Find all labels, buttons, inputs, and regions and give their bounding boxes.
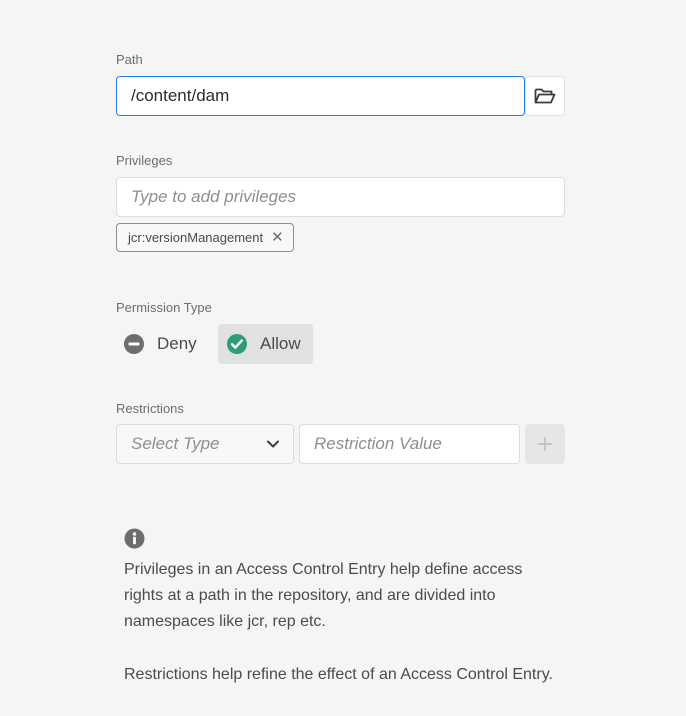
privileges-input[interactable]: Type to add privileges (116, 177, 565, 217)
radio-allow-label: Allow (260, 334, 301, 353)
info-privileges-text: Privileges in an Access Control Entry he… (124, 561, 523, 630)
restriction-value-input[interactable]: Restriction Value (299, 424, 520, 464)
radio-deny[interactable]: Deny (116, 324, 206, 364)
path-label: Path (116, 52, 143, 67)
chevron-down-icon (267, 440, 279, 448)
privileges-placeholder: Type to add privileges (131, 187, 297, 206)
permission-type-label: Permission Type (116, 300, 212, 315)
restriction-type-select[interactable]: Select Type (116, 424, 294, 464)
info-icon (124, 528, 145, 549)
info-restrictions-text: Restrictions help refine the effect of a… (124, 666, 553, 683)
privilege-tag-label: jcr:versionManagement (128, 230, 264, 245)
info-panel: Privileges in an Access Control Entry he… (124, 528, 574, 688)
restriction-type-placeholder: Select Type (131, 434, 220, 453)
plus-icon (538, 437, 552, 451)
restriction-value-placeholder: Restriction Value (314, 434, 442, 453)
add-restriction-button[interactable] (525, 424, 565, 464)
close-icon[interactable]: ✕ (271, 230, 284, 245)
restrictions-label: Restrictions (116, 401, 184, 416)
privileges-label: Privileges (116, 153, 173, 168)
minus-circle-icon (124, 334, 144, 354)
radio-deny-label: Deny (157, 334, 197, 353)
browse-path-button[interactable] (525, 76, 565, 116)
privilege-tag: jcr:versionManagement ✕ (116, 223, 294, 252)
path-input[interactable]: /content/dam (116, 76, 525, 116)
folder-open-icon (534, 88, 556, 104)
radio-allow[interactable]: Allow (218, 324, 313, 364)
check-circle-icon (227, 334, 247, 354)
